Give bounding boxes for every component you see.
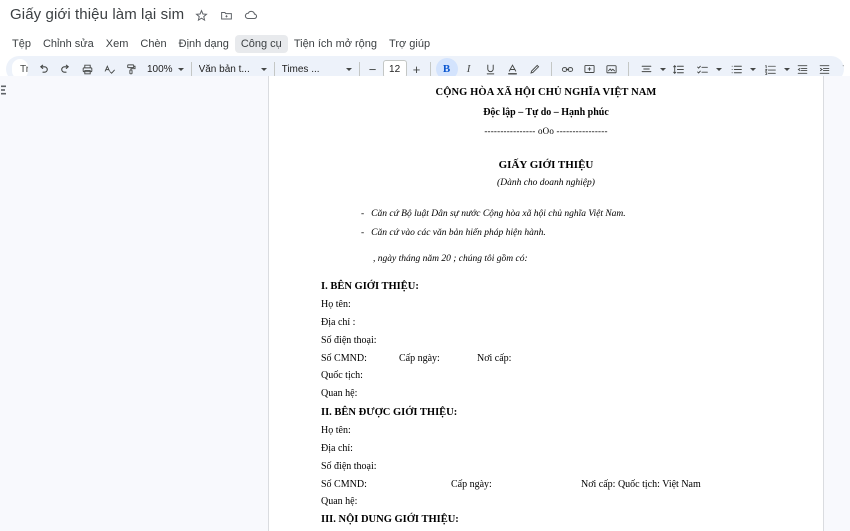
toolbar-divider [273, 62, 275, 76]
font-size-decrease-button[interactable]: − [365, 61, 381, 77]
doc-separator-line: ---------------- oOo ---------------- [484, 126, 608, 137]
chevron-down-icon [783, 67, 790, 71]
field-label: Địa chỉ : [321, 317, 356, 329]
field-label: Họ tên: [321, 425, 351, 437]
toolbar-divider [190, 62, 192, 76]
google-docs-window: Giấy giới thiệu làm lại sim Tệp Chỉnh sử… [0, 0, 850, 531]
field-label-issue-place: Nơi cấp: Quốc tịch: Việt Nam [581, 478, 701, 490]
menu-item-view[interactable]: Xem [100, 35, 135, 53]
chevron-down-icon [260, 67, 267, 71]
menu-item-help[interactable]: Trợ giúp [383, 35, 436, 53]
field-label: Địa chỉ: [321, 443, 353, 455]
font-family-value: Times ... [281, 63, 320, 75]
document-workspace: CỘNG HÒA XÃ HỘI CHỦ NGHĨA VIỆT NAM Độc l… [0, 76, 850, 531]
doc-subtitle: (Dành cho doanh nghiệp) [497, 178, 595, 189]
outline-rail [0, 76, 18, 531]
menu-item-extensions[interactable]: Tiện ích mở rộng [288, 35, 383, 53]
document-outline-icon[interactable] [1, 84, 15, 96]
section-1-heading: I. BÊN GIỚI THIỆU: [321, 281, 419, 293]
document-content[interactable]: CỘNG HÒA XÃ HỘI CHỦ NGHĨA VIỆT NAM Độc l… [269, 76, 823, 531]
document-title[interactable]: Giấy giới thiệu làm lại sim [10, 6, 184, 24]
menu-item-format[interactable]: Định dạng [173, 35, 235, 53]
paragraph-style-value: Văn bản t... [198, 63, 250, 75]
bullet-dash: - [361, 208, 365, 219]
menu-item-file[interactable]: Tệp [6, 35, 37, 53]
menu-item-edit[interactable]: Chỉnh sửa [37, 35, 100, 53]
menu-bar: Tệp Chỉnh sửa Xem Chèn Định dạng Công cụ… [0, 34, 850, 54]
doc-date-line: , ngày tháng năm 20 ; chúng tôi gồm có: [373, 253, 528, 264]
field-label-issue-date: Cấp ngày: [451, 478, 492, 490]
italic-label: I [466, 63, 471, 75]
toolbar-divider [550, 62, 552, 76]
toolbar-divider [358, 62, 360, 76]
doc-main-title: GIẤY GIỚI THIỆU [498, 158, 594, 171]
field-label: Quốc tịch: [321, 370, 363, 382]
preamble-text: Căn cứ Bộ luật Dân sự nước Cộng hòa xã h… [371, 208, 626, 219]
chevron-down-icon [749, 67, 756, 71]
field-label-cmnd: Số CMND: [321, 352, 367, 364]
field-label: Họ tên: [321, 299, 351, 311]
document-page[interactable]: CỘNG HÒA XÃ HỘI CHỦ NGHĨA VIỆT NAM Độc l… [268, 76, 824, 531]
bold-label: B [442, 63, 451, 75]
star-icon[interactable] [193, 7, 209, 23]
field-label: Quan hệ: [321, 496, 358, 508]
doc-nation-line: CỘNG HÒA XÃ HỘI CHỦ NGHĨA VIỆT NAM [435, 87, 657, 98]
doc-preamble-list: - Căn cứ Bộ luật Dân sự nước Cộng hòa xã… [321, 208, 771, 241]
doc-motto-line: Độc lập – Tự do – Hạnh phúc [483, 106, 609, 118]
preamble-text: Căn cứ vào các văn bản hiến pháp hiện hà… [371, 228, 546, 239]
section-2-heading: II. BÊN ĐƯỢC GIỚI THIỆU: [321, 407, 458, 419]
bullet-dash: - [361, 228, 365, 239]
cloud-saved-icon[interactable] [243, 7, 259, 23]
toolbar-divider [627, 62, 629, 76]
field-row-cmnd: Số CMND: Cấp ngày: Nơi cấp: Quốc tịch: V… [321, 478, 771, 492]
toolbar-divider [429, 62, 431, 76]
chevron-down-icon [715, 67, 722, 71]
menu-item-insert[interactable]: Chèn [134, 35, 172, 53]
chevron-down-icon [345, 67, 352, 71]
field-label-issue-date: Cấp ngày: [399, 352, 440, 364]
title-bar: Giấy giới thiệu làm lại sim [0, 0, 850, 34]
field-label-cmnd: Số CMND: [321, 478, 367, 490]
list-item: - Căn cứ vào các văn bản hiến pháp hiện … [361, 227, 771, 240]
move-to-folder-icon[interactable] [218, 7, 234, 23]
field-label: Số điện thoại: [321, 460, 377, 472]
menu-item-tools[interactable]: Công cụ [234, 35, 288, 53]
chevron-down-icon [659, 67, 666, 71]
section-3-heading: III. NỘI DUNG GIỚI THIỆU: [321, 514, 459, 526]
list-item: - Căn cứ Bộ luật Dân sự nước Cộng hòa xã… [361, 208, 771, 221]
chevron-down-icon [177, 67, 184, 71]
field-row-cmnd: Số CMND: Cấp ngày: Nơi cấp: [321, 352, 771, 366]
font-size-increase-button[interactable]: + [409, 61, 425, 77]
field-label: Số điện thoại: [321, 334, 377, 346]
field-label: Quan hệ: [321, 387, 358, 399]
field-label-issue-place: Nơi cấp: [477, 352, 512, 364]
